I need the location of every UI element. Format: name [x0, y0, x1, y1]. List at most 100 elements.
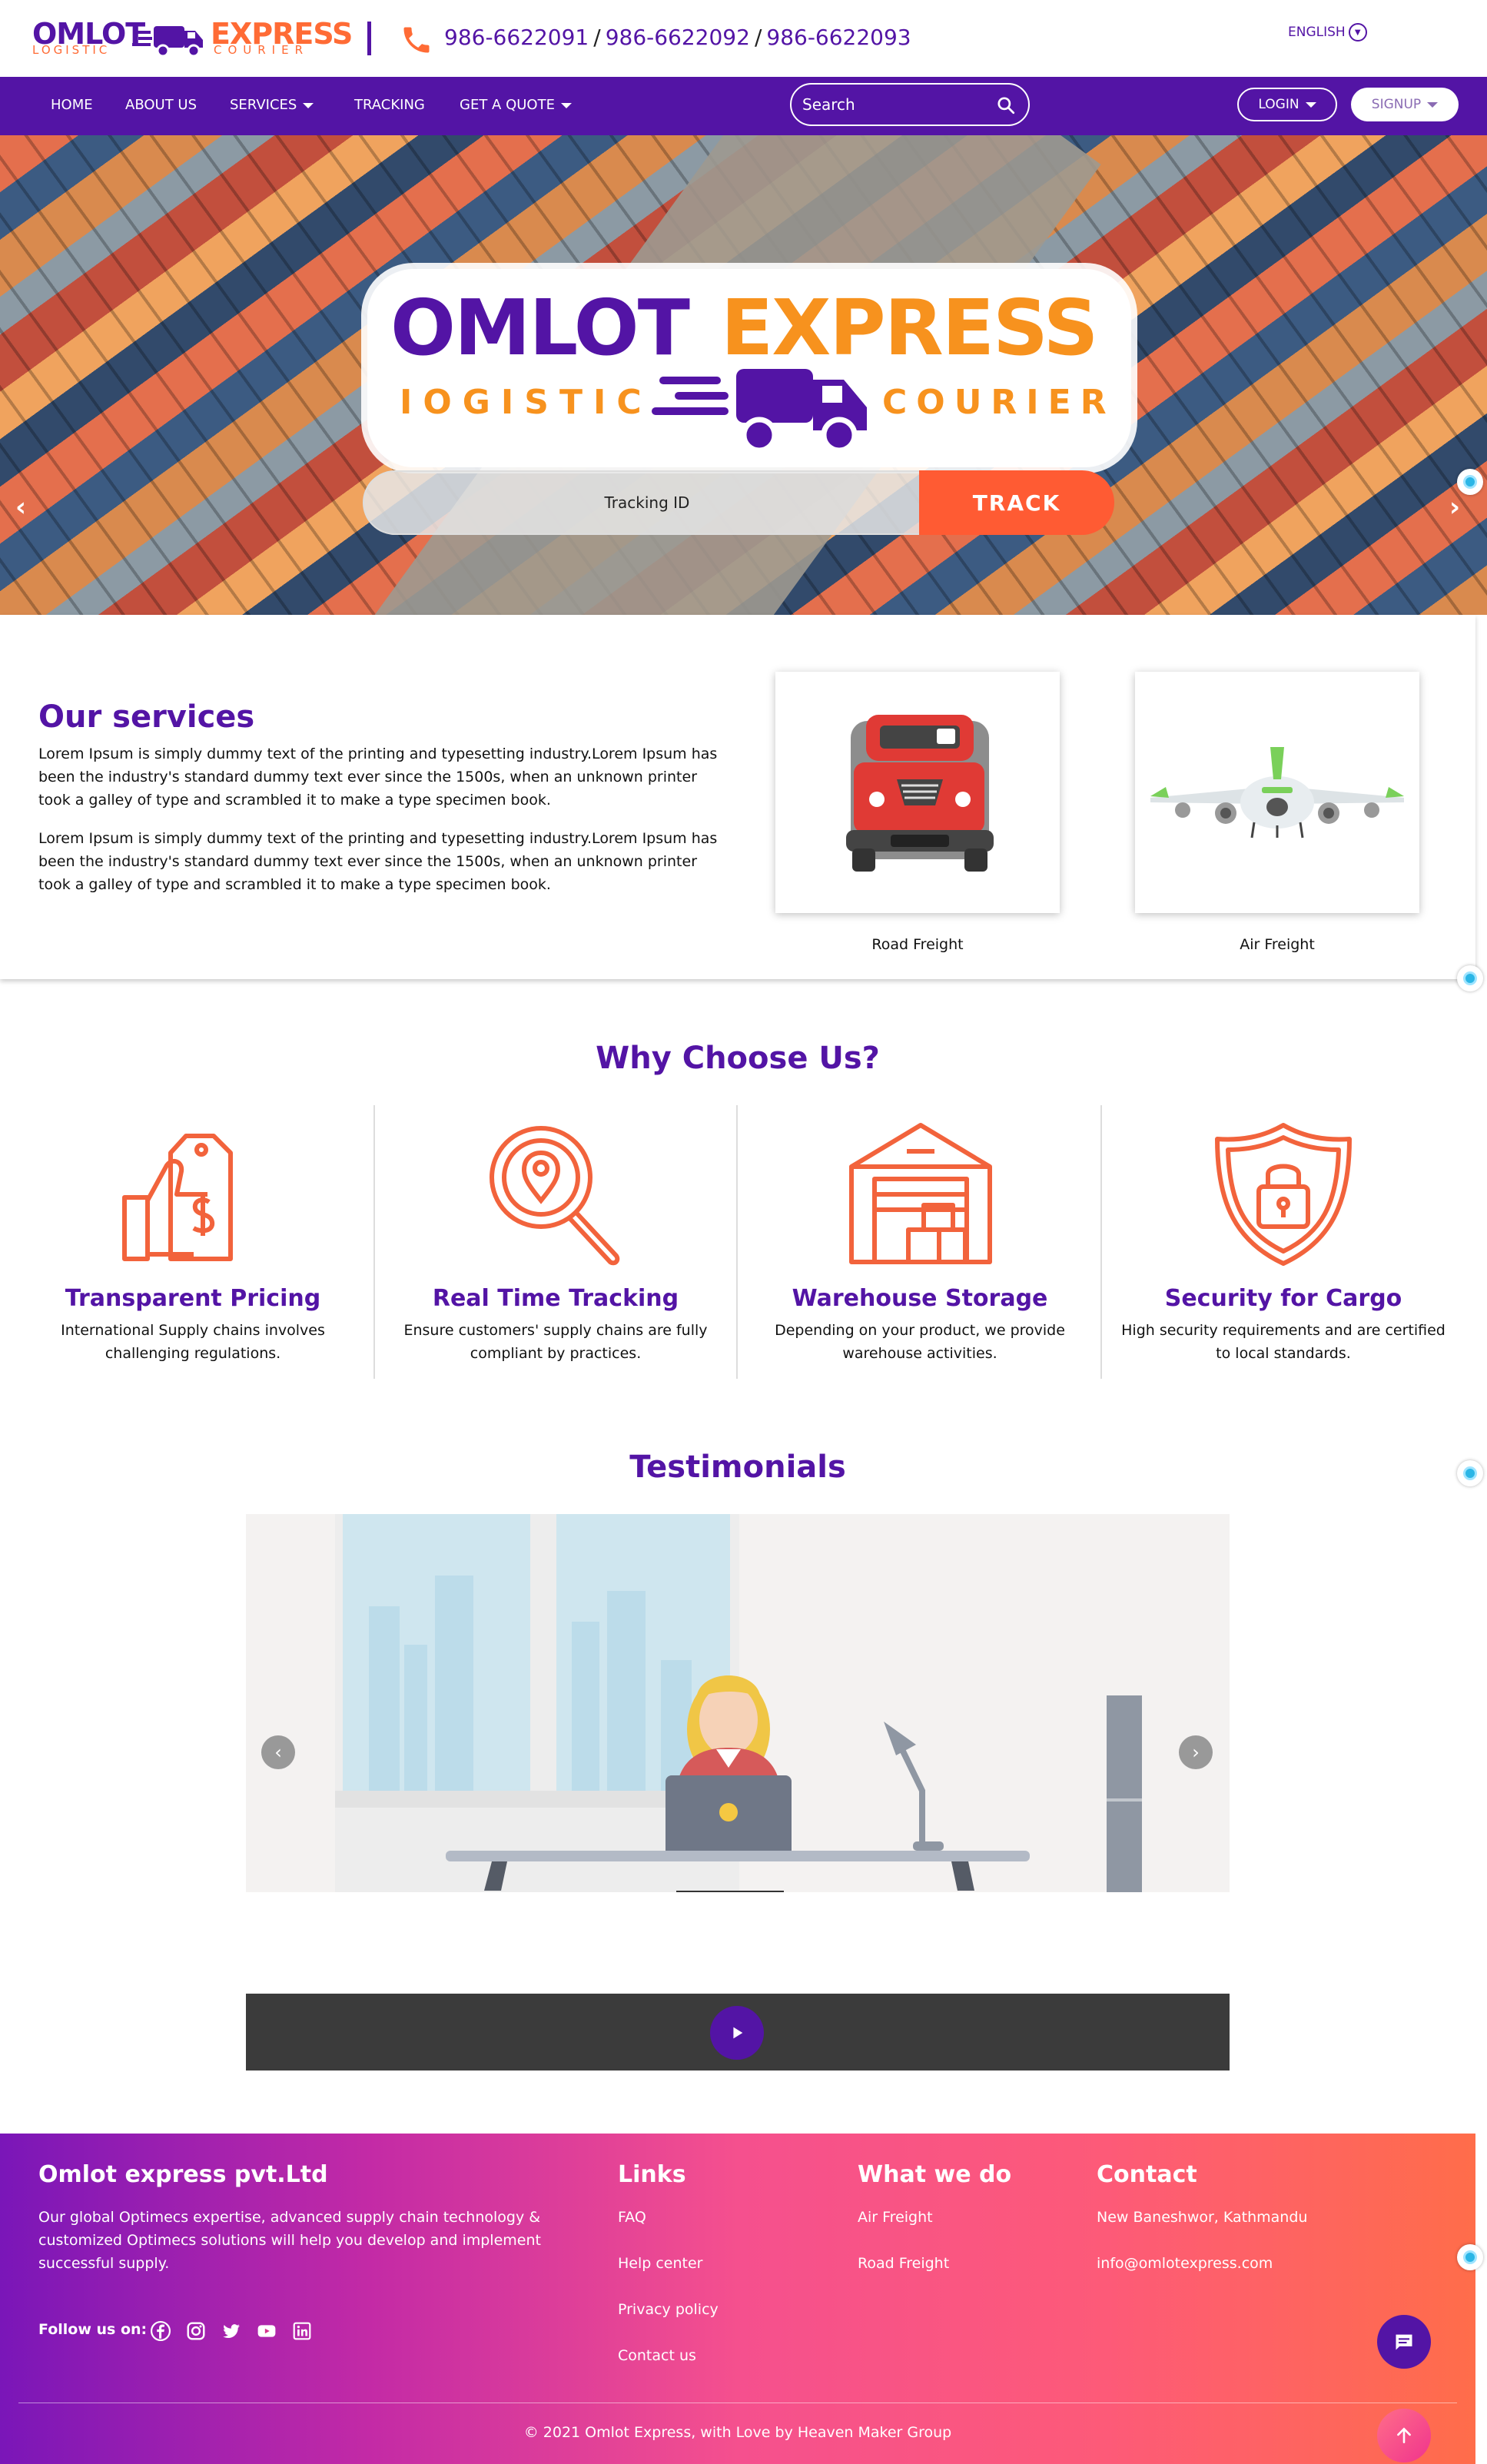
footer-about-text: Our global Optimecs expertise, advanced …: [38, 2209, 541, 2272]
arrow-up-icon: [1397, 2427, 1411, 2443]
footer-link-faq[interactable]: FAQ: [618, 2209, 646, 2226]
nav-services[interactable]: SERVICES: [230, 97, 314, 113]
phone-number-1[interactable]: 986-6622091: [444, 25, 589, 50]
linkedin-icon[interactable]: [292, 2321, 312, 2341]
hero-prev-arrow[interactable]: ‹: [9, 492, 32, 523]
service-card-air-freight[interactable]: [1135, 672, 1419, 913]
login-label: LOGIN: [1258, 97, 1299, 112]
search-icon[interactable]: [996, 95, 1016, 115]
why-item-title: Warehouse Storage: [792, 1285, 1048, 1312]
footer-links-title: Links: [618, 2161, 686, 2188]
search-box: [790, 83, 1030, 126]
why-item-real-time-tracking: Real Time Tracking Ensure customers' sup…: [375, 1105, 738, 1379]
play-button[interactable]: [710, 2006, 764, 2060]
footer-contact-title: Contact: [1097, 2161, 1197, 2188]
twitter-icon[interactable]: [221, 2321, 241, 2341]
social-links: [151, 2321, 312, 2341]
airplane-icon: [1150, 747, 1404, 838]
nav-about-us[interactable]: ABOUT US: [125, 97, 197, 113]
truck-icon: [846, 715, 994, 872]
chat-button[interactable]: [1377, 2315, 1431, 2369]
nav-home-label: HOME: [51, 97, 93, 113]
side-widget-icon[interactable]: [1457, 2244, 1483, 2270]
hero-logo: OMLOT EXPRESS IOGISTIC COURIER: [367, 269, 1131, 467]
instagram-icon[interactable]: [186, 2321, 206, 2341]
warehouse-icon: [849, 1123, 992, 1264]
nav-get-a-quote[interactable]: GET A QUOTE: [460, 97, 572, 113]
why-item-security-for-cargo: Security for Cargo High security require…: [1102, 1105, 1465, 1379]
logo-sub-logistic: LOGISTIC: [32, 43, 111, 57]
services-paragraph: Lorem Ipsum is simply dummy text of the …: [38, 830, 718, 893]
nav-about-label: ABOUT US: [125, 97, 197, 113]
play-icon: [733, 2027, 743, 2039]
logo-truck-icon: [132, 26, 203, 58]
side-widget-icon[interactable]: [1457, 469, 1483, 495]
why-item-transparent-pricing: Transparent Pricing International Supply…: [12, 1105, 375, 1379]
nav-home[interactable]: HOME: [51, 97, 93, 113]
hero-truck-icon: [652, 369, 867, 453]
footer-link-contact-us[interactable]: Contact us: [618, 2347, 696, 2364]
why-item-text: Ensure customers' supply chains are full…: [403, 1322, 708, 1362]
nav-tracking[interactable]: TRACKING: [354, 97, 425, 113]
scroll-to-top-button[interactable]: [1377, 2409, 1431, 2462]
nav-services-label: SERVICES: [230, 97, 297, 113]
nav-quote-label: GET A QUOTE: [460, 97, 555, 113]
site-footer: Omlot express pvt.Ltd Our global Optimec…: [0, 2134, 1475, 2464]
service-card-road-freight[interactable]: [775, 672, 1060, 913]
nav-tracking-label: TRACKING: [354, 97, 425, 113]
login-button[interactable]: LOGIN: [1237, 88, 1337, 121]
phone-icon: [403, 27, 430, 53]
services-paragraph: Lorem Ipsum is simply dummy text of the …: [38, 746, 718, 809]
testimonials-title: Testimonials: [629, 1450, 846, 1485]
thumbs-up-price-tag-icon: [122, 1134, 233, 1261]
logo-sub-courier: COURIER: [214, 43, 310, 57]
youtube-icon[interactable]: [257, 2321, 277, 2341]
hero-next-arrow[interactable]: ›: [1443, 492, 1466, 523]
language-selector[interactable]: ENGLISH ▼: [1288, 23, 1367, 42]
why-item-warehouse-storage: Warehouse Storage Depending on your prod…: [739, 1105, 1102, 1379]
why-item-title: Security for Cargo: [1164, 1285, 1402, 1312]
testimonial-prev-arrow[interactable]: ‹: [261, 1735, 295, 1769]
main-navigation: HOME ABOUT US SERVICES TRACKING GET A QU…: [0, 77, 1487, 135]
why-item-text: High security requirements and are certi…: [1121, 1322, 1446, 1362]
woman-at-laptop-illustration: [246, 1514, 1230, 1892]
footer-email[interactable]: info@omlotexpress.com: [1097, 2255, 1273, 2272]
why-item-text: International Supply chains involves cha…: [61, 1322, 325, 1362]
service-label-air-freight[interactable]: Air Freight: [1135, 936, 1419, 953]
tracking-form: TRACK: [363, 470, 1114, 535]
chat-icon: [1396, 2334, 1412, 2350]
magnifier-location-icon: [490, 1126, 620, 1266]
signup-label: SIGNUP: [1371, 97, 1422, 112]
header-divider: [367, 22, 371, 55]
track-button[interactable]: TRACK: [919, 470, 1114, 535]
tracking-id-input[interactable]: [363, 470, 931, 535]
why-choose-title: Why Choose Us?: [596, 1041, 880, 1076]
chevron-down-icon: ▼: [1348, 23, 1367, 42]
footer-link-air-freight[interactable]: Air Freight: [858, 2209, 933, 2226]
footer-link-help-center[interactable]: Help center: [618, 2255, 702, 2272]
testimonial-slide-image: [246, 1514, 1230, 1892]
hero-sub-courier: COURIER: [882, 383, 1116, 422]
language-label: ENGLISH: [1288, 25, 1346, 40]
testimonial-next-arrow[interactable]: ›: [1179, 1735, 1213, 1769]
side-widget-icon[interactable]: [1457, 1460, 1483, 1486]
video-player: [246, 1994, 1230, 2070]
footer-follow-label: Follow us on:: [38, 2321, 148, 2338]
footer-link-road-freight[interactable]: Road Freight: [858, 2255, 949, 2272]
search-input[interactable]: [802, 94, 987, 115]
hero-sub-logistic: IOGISTIC: [400, 383, 652, 422]
services-section: Our services Lorem Ipsum is simply dummy…: [0, 615, 1475, 979]
brand-logo[interactable]: OMLOT LOGISTIC EXPRESS COURIER: [32, 17, 353, 60]
facebook-icon[interactable]: [151, 2321, 171, 2341]
phone-number-2[interactable]: 986-6622092: [606, 25, 750, 50]
hero-title-omlot: OMLOT: [390, 283, 690, 373]
footer-link-privacy-policy[interactable]: Privacy policy: [618, 2301, 719, 2318]
phone-number-3[interactable]: 986-6622093: [766, 25, 911, 50]
signup-button[interactable]: SIGNUP: [1351, 88, 1459, 121]
footer-address: New Baneshwor, Kathmandu: [1097, 2209, 1308, 2226]
service-label-road-freight[interactable]: Road Freight: [775, 936, 1060, 953]
why-item-title: Transparent Pricing: [65, 1285, 321, 1312]
caret-down-icon: [1427, 101, 1439, 108]
phone-numbers: 986-6622091/986-6622092/986-6622093: [444, 25, 911, 50]
side-widget-icon[interactable]: [1457, 965, 1483, 991]
